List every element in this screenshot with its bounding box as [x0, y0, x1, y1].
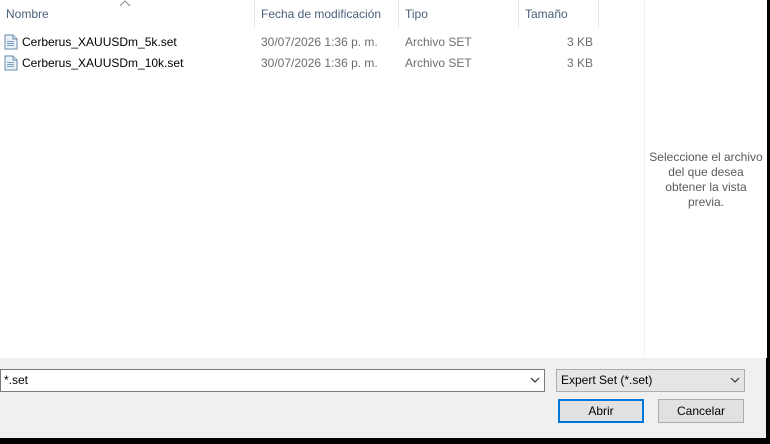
file-size: 3 KB — [567, 56, 594, 70]
file-name: Cerberus_XAUUSDm_10k.set — [22, 56, 184, 70]
preview-message: Seleccione el archivo del que desea obte… — [645, 150, 767, 210]
file-size: 3 KB — [567, 35, 594, 49]
sort-ascending-icon — [119, 0, 131, 7]
filename-input[interactable]: *.set — [0, 369, 545, 392]
column-header-size-label: Tamaño — [525, 7, 568, 21]
column-header-type-label: Tipo — [405, 7, 428, 21]
column-header-size[interactable]: Tamaño — [519, 0, 599, 28]
filename-input-value: *.set — [4, 373, 29, 387]
filetype-select[interactable]: Expert Set (*.set) — [556, 369, 745, 392]
file-type: Archivo SET — [405, 56, 472, 70]
preview-line: previa. — [687, 195, 725, 209]
column-header: Nombre Fecha de modificación Tipo Tamaño — [0, 0, 600, 28]
file-modified: 30/07/2026 1:36 p. m. — [261, 56, 378, 70]
set-file-icon — [4, 55, 18, 71]
preview-pane: Seleccione el archivo del que desea obte… — [644, 0, 767, 358]
file-row[interactable]: Cerberus_XAUUSDm_10k.set 30/07/2026 1:36… — [0, 53, 600, 73]
open-file-dialog: Nombre Fecha de modificación Tipo Tamaño… — [0, 0, 767, 438]
file-type: Archivo SET — [405, 35, 472, 49]
filetype-select-value: Expert Set (*.set) — [561, 373, 653, 387]
file-name: Cerberus_XAUUSDm_5k.set — [22, 35, 177, 49]
preview-line: obtener la vista — [665, 180, 747, 194]
chevron-down-icon — [730, 377, 740, 383]
preview-line: Seleccione el archivo — [649, 150, 763, 164]
cancel-button[interactable]: Cancelar — [658, 399, 744, 423]
column-header-name[interactable]: Nombre — [0, 0, 255, 28]
chevron-down-icon[interactable] — [530, 376, 540, 384]
column-header-name-label: Nombre — [6, 7, 49, 21]
open-button[interactable]: Abrir — [558, 399, 644, 423]
file-modified: 30/07/2026 1:36 p. m. — [261, 35, 378, 49]
file-row[interactable]: Cerberus_XAUUSDm_5k.set 30/07/2026 1:36 … — [0, 32, 600, 52]
column-header-type[interactable]: Tipo — [399, 0, 519, 28]
column-header-modified-label: Fecha de modificación — [261, 7, 382, 21]
preview-line: del que desea — [668, 165, 744, 179]
column-header-modified[interactable]: Fecha de modificación — [255, 0, 399, 28]
set-file-icon — [4, 34, 18, 50]
